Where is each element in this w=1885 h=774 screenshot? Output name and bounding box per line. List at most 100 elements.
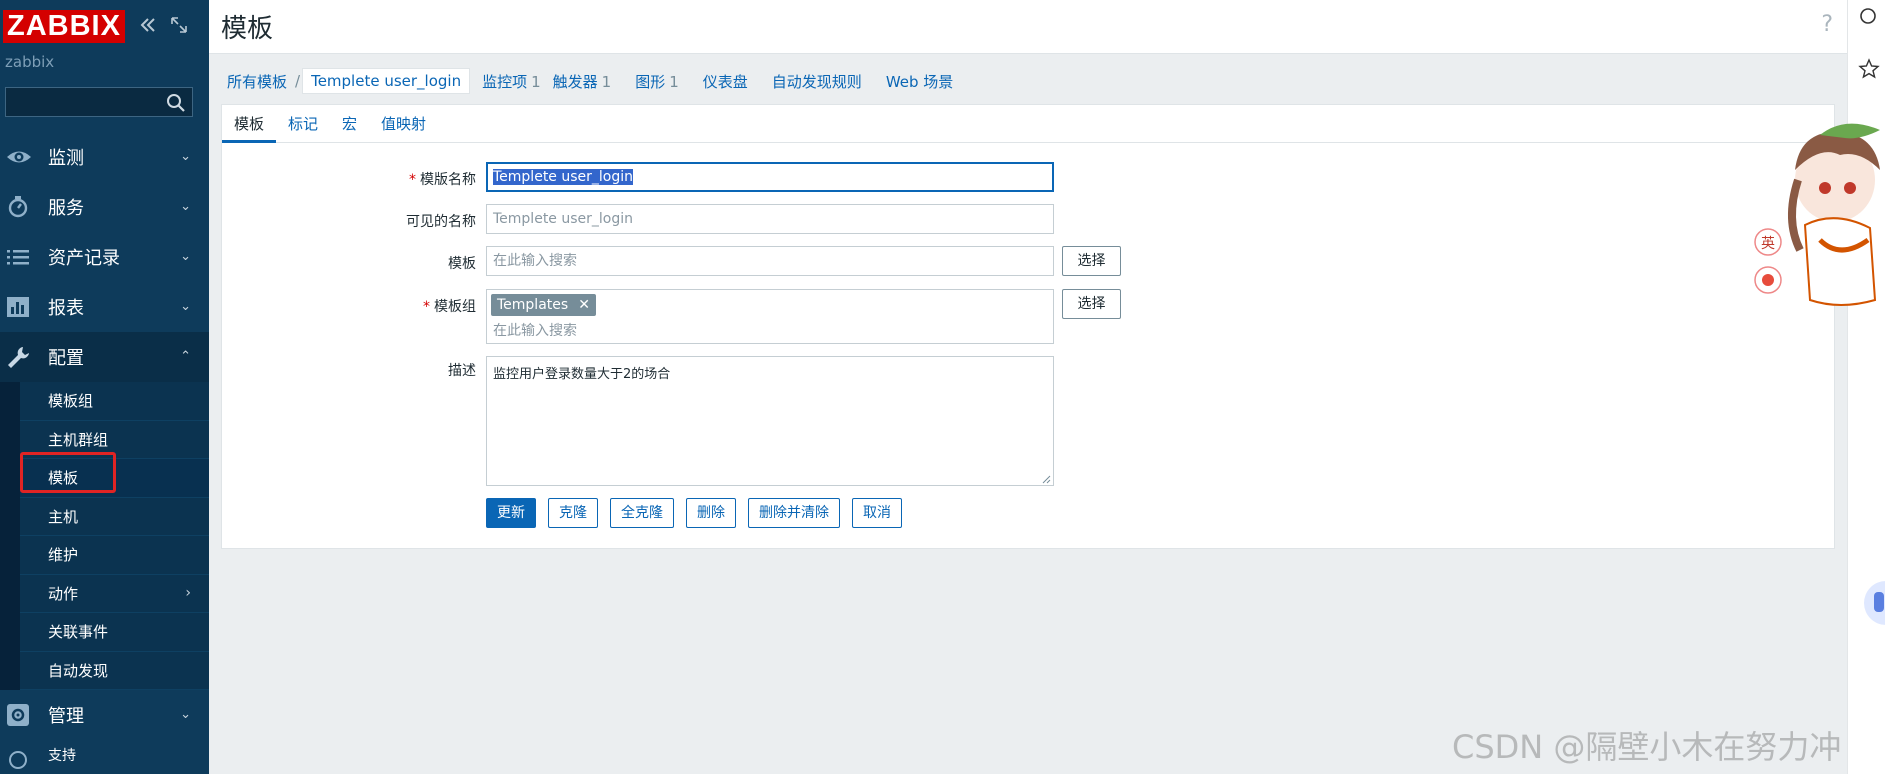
nav-link-label: 图形 — [635, 72, 666, 91]
logo-row: ZABBIX — [0, 0, 209, 52]
breadcrumb-separator: / — [295, 72, 301, 90]
templates-select-button[interactable]: 选择 — [1062, 246, 1121, 276]
template-name-input[interactable]: Templete user_login — [486, 162, 1054, 192]
template-groups-select-button[interactable]: 选择 — [1062, 289, 1121, 319]
breadcrumb-current-template[interactable]: Templete user_login — [302, 68, 471, 94]
menu-item-support[interactable]: 支持 — [0, 740, 209, 770]
eye-icon — [6, 145, 32, 169]
remove-tag-icon[interactable]: ✕ — [578, 297, 590, 313]
menu-item-services[interactable]: 服务 ⌄ — [0, 182, 209, 232]
menu-item-label: 服务 — [48, 198, 84, 219]
page-title: 模板 — [221, 14, 274, 44]
collapse-sidebar-icon[interactable] — [137, 14, 159, 36]
search-icon[interactable] — [166, 93, 186, 113]
mascot-character: 英 — [1750, 110, 1885, 330]
full-clone-button[interactable]: 全克隆 — [610, 498, 674, 528]
description-value: 监控用户登录数量大于2的场合 — [493, 367, 671, 382]
chevron-down-icon: ⌄ — [180, 707, 191, 722]
menu-item-label: 资产记录 — [48, 248, 120, 269]
update-button[interactable]: 更新 — [486, 498, 536, 528]
sidebar-search[interactable] — [5, 87, 193, 117]
sidebar-item-actions[interactable]: 动作 › — [20, 575, 209, 613]
clone-button[interactable]: 克隆 — [548, 498, 598, 528]
chevron-up-icon: ⌃ — [180, 349, 191, 364]
template-name-value: Templete user_login — [493, 169, 634, 185]
template-name-label: * 模版名称 — [409, 169, 476, 189]
tab-macros[interactable]: 宏 — [330, 105, 369, 143]
sidebar-item-templates[interactable]: 模板 — [20, 459, 209, 498]
description-label: 描述 — [448, 363, 476, 379]
nav-triggers-link[interactable]: 触发器 1 — [553, 71, 624, 92]
sidebar-item-discovery[interactable]: 自动发现 — [20, 652, 209, 690]
bar-chart-icon — [6, 295, 32, 319]
templates-search-input[interactable]: 在此输入搜索 — [486, 246, 1054, 276]
nav-dashboards-link[interactable]: 仪表盘 — [691, 71, 760, 92]
wrench-icon — [6, 345, 32, 369]
menu-item-configuration[interactable]: 配置 ⌃ — [0, 332, 209, 382]
required-mark: * — [423, 299, 430, 315]
nav-link-count: 1 — [669, 72, 679, 91]
menu-item-administration[interactable]: 管理 ⌄ — [0, 690, 209, 740]
nav-items-link[interactable]: 监控项 1 — [470, 71, 553, 92]
sidebar-item-maintenance[interactable]: 维护 — [20, 536, 209, 575]
menu-item-label: 监测 — [48, 148, 84, 169]
list-icon — [6, 245, 32, 269]
sidebar-item-event-correlation[interactable]: 关联事件 — [20, 613, 209, 652]
template-nav: 所有模板 / Templete user_login 监控项 1 触发器 1 图形 1… — [221, 66, 965, 96]
nav-discovery-link[interactable]: 自动发现规则 — [760, 71, 874, 92]
cancel-button[interactable]: 取消 — [852, 498, 902, 528]
nav-link-label: 监控项 — [482, 72, 528, 91]
sidebar-item-host-groups[interactable]: 主机群组 — [20, 421, 209, 459]
sidebar-search-input[interactable] — [6, 88, 156, 116]
page-header: 模板 ? — [209, 0, 1847, 54]
chevron-down-icon: ⌄ — [180, 199, 191, 214]
template-form-panel: 模板 标记 宏 值映射 * 模版名称 Templete user_login 可见… — [221, 104, 1835, 549]
support-icon — [6, 748, 32, 772]
zabbix-logo[interactable]: ZABBIX — [3, 10, 125, 43]
favorite-star-icon[interactable] — [1858, 58, 1880, 80]
watermark: CSDN @隔壁小木在努力冲 — [1452, 728, 1842, 766]
tab-value-mapping[interactable]: 值映射 — [369, 105, 438, 143]
group-tag: Templates ✕ — [491, 294, 596, 316]
chevron-down-icon: ⌄ — [180, 249, 191, 264]
nav-graphs-link[interactable]: 图形 1 — [623, 71, 691, 92]
menu-item-reports[interactable]: 报表 ⌄ — [0, 282, 209, 332]
help-icon[interactable]: ? — [1821, 12, 1833, 37]
menu-item-label: 配置 — [48, 348, 84, 369]
browser-search-icon[interactable] — [1858, 6, 1880, 28]
template-groups-multiselect[interactable]: Templates ✕ 在此输入搜索 — [486, 289, 1054, 344]
mascot-badge-text: 英 — [1761, 235, 1775, 252]
sidebar-item-template-groups[interactable]: 模板组 — [20, 382, 209, 421]
kiosk-mode-icon[interactable] — [170, 16, 188, 34]
menu-item-label: 管理 — [48, 706, 84, 727]
sidebar-item-hosts[interactable]: 主机 — [20, 498, 209, 536]
menu-item-label: 支持 — [48, 748, 76, 764]
nav-web-link[interactable]: Web 场景 — [874, 71, 965, 92]
template-groups-placeholder[interactable]: 在此输入搜索 — [491, 320, 1049, 340]
visible-name-placeholder: Templete user_login — [493, 211, 634, 227]
delete-button[interactable]: 删除 — [686, 498, 736, 528]
configuration-submenu: 模板组 主机群组 模板 主机 维护 动作 › 关联事件 自动发现 — [0, 382, 209, 690]
group-tag-label: Templates — [497, 297, 569, 313]
visible-name-label: 可见的名称 — [406, 214, 476, 230]
main-menu: 监测 ⌄ 服务 ⌄ 资产记录 ⌄ 报表 ⌄ 配置 ⌃ 模板组 主机群组 模板 主… — [0, 132, 209, 770]
nav-link-count: 1 — [531, 72, 541, 91]
assistant-bubble-icon[interactable] — [1858, 580, 1885, 625]
templates-label: 模板 — [448, 256, 476, 272]
breadcrumb-all-templates[interactable]: 所有模板 — [221, 71, 293, 92]
tab-template[interactable]: 模板 — [222, 105, 277, 143]
form-tabs: 模板 标记 宏 值映射 — [222, 105, 1834, 143]
description-textarea[interactable]: 监控用户登录数量大于2的场合 — [486, 356, 1054, 486]
required-mark: * — [409, 172, 416, 188]
sidebar: ZABBIX zabbix 监测 ⌄ 服务 ⌄ 资产记录 ⌄ 报表 ⌄ 配置 ⌃… — [0, 0, 209, 774]
resize-grip-icon[interactable] — [1041, 473, 1051, 484]
chevron-down-icon: ⌄ — [180, 149, 191, 164]
tab-tags[interactable]: 标记 — [276, 105, 330, 143]
chevron-right-icon: › — [185, 584, 191, 601]
sidebar-item-label: 动作 — [48, 584, 79, 603]
menu-item-monitoring[interactable]: 监测 ⌄ — [0, 132, 209, 182]
menu-item-inventory[interactable]: 资产记录 ⌄ — [0, 232, 209, 282]
main-content: 模板 ? 所有模板 / Templete user_login 监控项 1 触发器… — [209, 0, 1847, 774]
visible-name-input[interactable]: Templete user_login — [486, 204, 1054, 234]
delete-and-clear-button[interactable]: 删除并清除 — [748, 498, 840, 528]
